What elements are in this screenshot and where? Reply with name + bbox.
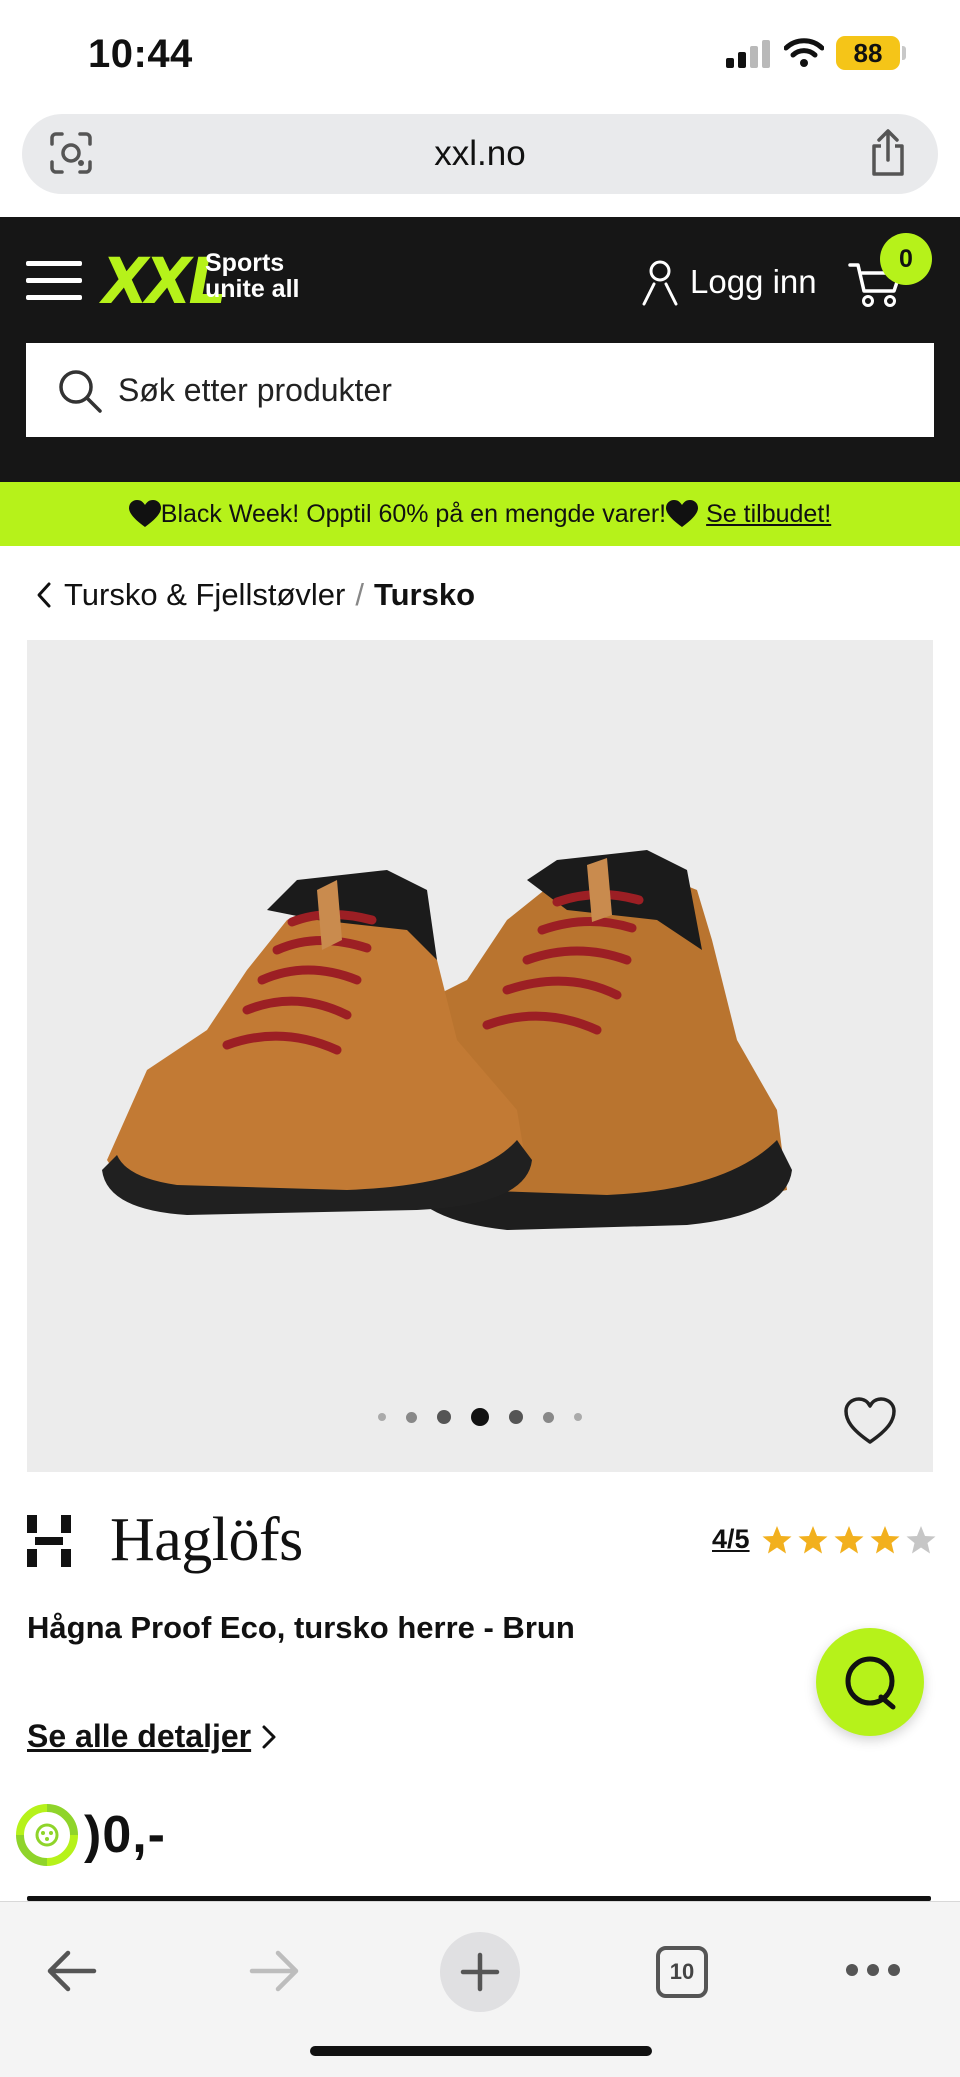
- see-details-label: Se alle detaljer: [27, 1718, 252, 1754]
- user-icon: [642, 260, 678, 306]
- battery-nub: [902, 46, 906, 60]
- product-gallery[interactable]: [27, 640, 933, 1472]
- chevron-right-icon: [262, 1725, 276, 1748]
- chevron-left-icon[interactable]: [34, 580, 54, 610]
- search-box[interactable]: [26, 343, 934, 437]
- gallery-dot[interactable]: [509, 1410, 523, 1424]
- tabs-button[interactable]: 10: [656, 1946, 708, 1998]
- breadcrumb-parent[interactable]: Tursko & Fjellstøvler: [64, 577, 345, 613]
- address-bar[interactable]: xxl.no: [22, 114, 938, 194]
- heart-icon[interactable]: [843, 1396, 897, 1446]
- login-label: Logg inn: [690, 263, 817, 300]
- brand-name[interactable]: Haglöfs: [110, 1505, 303, 1576]
- haglofs-logo-icon: [27, 1515, 71, 1567]
- menu-icon[interactable]: [26, 261, 82, 301]
- chat-icon: [845, 1656, 896, 1710]
- battery-indicator: 88: [836, 36, 900, 70]
- status-time: 10:44: [88, 32, 193, 76]
- chat-button[interactable]: [816, 1628, 924, 1736]
- price-row: )0,-: [14, 1800, 166, 1870]
- status-bar: 10:44 88: [0, 0, 960, 108]
- breadcrumb: Tursko & Fjellstøvler / Tursko: [34, 572, 475, 618]
- black-heart-icon: [128, 500, 161, 527]
- product-image: [102, 850, 792, 1230]
- rating-score[interactable]: 4/5: [712, 1524, 750, 1555]
- gallery-dot[interactable]: [437, 1410, 451, 1424]
- site-header: XXL Sports unite all Logg inn 0: [0, 217, 960, 482]
- gallery-dot[interactable]: [574, 1413, 582, 1421]
- star-icon: [906, 1525, 936, 1553]
- breadcrumb-current[interactable]: Tursko: [374, 577, 475, 613]
- home-indicator: [310, 2046, 652, 2056]
- star-icon: [834, 1525, 864, 1553]
- more-icon[interactable]: [846, 1964, 900, 1978]
- see-details-link[interactable]: Se alle detaljer: [27, 1718, 277, 1755]
- recycle-badge-icon: [16, 1804, 78, 1866]
- star-icon: [798, 1525, 828, 1553]
- back-arrow-icon[interactable]: [44, 1948, 98, 1994]
- gallery-dot[interactable]: [406, 1411, 417, 1423]
- search-input[interactable]: [118, 343, 898, 437]
- gallery-dot[interactable]: [378, 1413, 386, 1421]
- new-tab-button[interactable]: [440, 1932, 520, 2012]
- share-icon[interactable]: [868, 128, 908, 178]
- product-rating[interactable]: 4/5: [712, 1524, 936, 1555]
- gallery-dot[interactable]: [543, 1411, 554, 1423]
- star-icon: [762, 1525, 792, 1553]
- gallery-dot[interactable]: [471, 1408, 489, 1426]
- url-text[interactable]: xxl.no: [22, 134, 938, 174]
- plus-icon: [460, 1952, 500, 1992]
- price-amount: )0,-: [84, 1806, 166, 1864]
- signal-icon: [726, 40, 770, 68]
- logo-tagline: Sports unite all: [205, 249, 300, 303]
- promo-link[interactable]: Se tilbudet!: [706, 500, 831, 529]
- star-icon: [870, 1525, 900, 1553]
- promo-text: Black Week! Opptil 60% på en mengde vare…: [160, 499, 667, 528]
- cart-count-badge[interactable]: 0: [880, 233, 932, 285]
- forward-arrow-icon[interactable]: [248, 1948, 302, 1994]
- breadcrumb-separator: /: [355, 577, 364, 612]
- search-icon: [59, 370, 102, 413]
- login-button[interactable]: Logg inn: [640, 257, 817, 307]
- product-title: Hågna Proof Eco, tursko herre - Brun: [27, 1610, 575, 1645]
- black-heart-icon: [666, 500, 699, 527]
- promo-banner: Black Week! Opptil 60% på en mengde vare…: [0, 482, 960, 546]
- wifi-icon: [784, 38, 824, 67]
- gallery-pagination[interactable]: [27, 1408, 933, 1426]
